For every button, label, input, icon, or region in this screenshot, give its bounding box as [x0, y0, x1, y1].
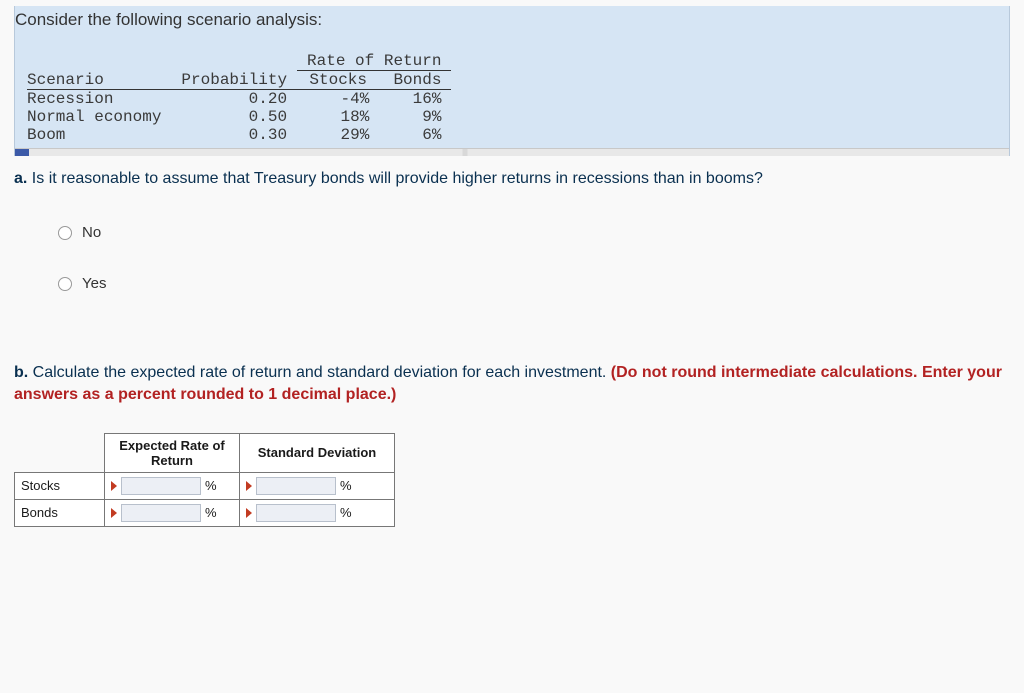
row-label-stocks: Stocks	[15, 472, 105, 499]
input-marker-icon	[111, 481, 117, 491]
bonds-err-input[interactable]	[121, 504, 201, 522]
prompt-text: Consider the following scenario analysis…	[15, 6, 1009, 40]
scenario-table: Rate of Return Scenario Probability Stoc…	[27, 52, 451, 144]
col-bonds: Bonds	[379, 71, 451, 90]
header-expected-return: Expected Rate of Return	[105, 433, 240, 472]
cell: 0.50	[171, 108, 297, 126]
answer-row-stocks: Stocks % %	[15, 472, 395, 499]
cell: 0.30	[171, 126, 297, 144]
question-a-label: a.	[14, 170, 27, 187]
radio-icon	[58, 277, 72, 291]
cell: Normal economy	[27, 108, 171, 126]
divider	[15, 148, 1009, 156]
cell: 18%	[297, 108, 379, 126]
stocks-sd-input[interactable]	[256, 477, 336, 495]
answer-row-bonds: Bonds % %	[15, 499, 395, 526]
question-a-text: Is it reasonable to assume that Treasury…	[32, 170, 763, 187]
col-stocks: Stocks	[297, 71, 379, 90]
cell: Boom	[27, 126, 171, 144]
cell: 16%	[379, 90, 451, 109]
table-row: Normal economy 0.50 18% 9%	[27, 108, 451, 126]
scenario-table-wrap: Rate of Return Scenario Probability Stoc…	[15, 46, 1009, 144]
cell: Recession	[27, 90, 171, 109]
radio-icon	[58, 226, 72, 240]
col-scenario: Scenario	[27, 71, 171, 90]
option-yes[interactable]: Yes	[58, 275, 1010, 292]
col-probability: Probability	[171, 71, 297, 90]
answers-table: Expected Rate of Return Standard Deviati…	[14, 433, 395, 527]
cell: -4%	[297, 90, 379, 109]
unit-label: %	[205, 505, 221, 520]
table-row: Boom 0.30 29% 6%	[27, 126, 451, 144]
cell: 9%	[379, 108, 451, 126]
input-marker-icon	[246, 508, 252, 518]
cell: 6%	[379, 126, 451, 144]
question-b-label: b.	[14, 364, 28, 381]
option-no[interactable]: No	[58, 224, 1010, 241]
input-marker-icon	[111, 508, 117, 518]
cell: 0.20	[171, 90, 297, 109]
unit-label: %	[205, 478, 221, 493]
group-header: Rate of Return	[297, 52, 451, 71]
question-a: a. Is it reasonable to assume that Treas…	[14, 156, 1010, 188]
option-no-label: No	[82, 224, 101, 241]
row-label-bonds: Bonds	[15, 499, 105, 526]
question-b-text: Calculate the expected rate of return an…	[33, 364, 611, 381]
option-yes-label: Yes	[82, 275, 106, 292]
stocks-err-input[interactable]	[121, 477, 201, 495]
question-b: b. Calculate the expected rate of return…	[14, 340, 1010, 407]
input-marker-icon	[246, 481, 252, 491]
bonds-sd-input[interactable]	[256, 504, 336, 522]
table-row: Recession 0.20 -4% 16%	[27, 90, 451, 109]
cell: 29%	[297, 126, 379, 144]
unit-label: %	[340, 478, 356, 493]
header-standard-deviation: Standard Deviation	[240, 433, 395, 472]
unit-label: %	[340, 505, 356, 520]
